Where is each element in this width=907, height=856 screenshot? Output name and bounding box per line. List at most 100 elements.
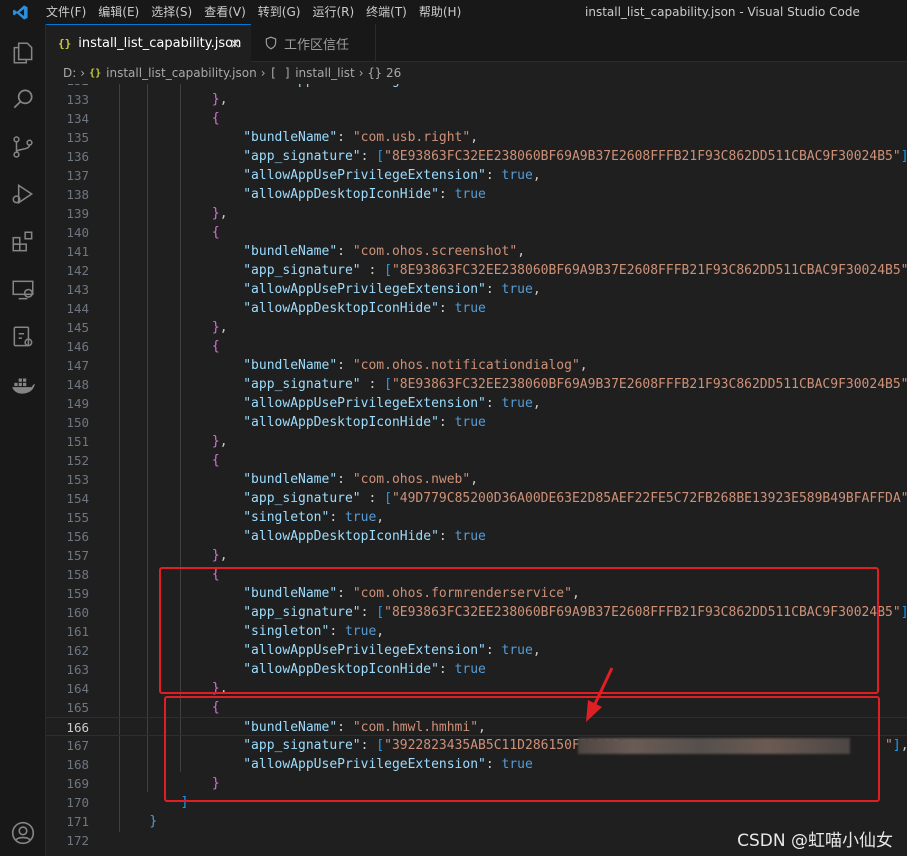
code-line[interactable]: 152 { [46, 451, 907, 470]
menu-item[interactable]: 运行(R) [306, 0, 360, 24]
code-token: "app_signature" [243, 263, 361, 278]
code-token: , [219, 434, 228, 449]
code-line[interactable]: 140 { [46, 223, 907, 242]
line-number: 157 [66, 548, 89, 563]
code-token: "8E93863FC32EE238060BF69A9B37E2608FFFB21… [391, 263, 907, 278]
line-number: 166 [66, 720, 89, 735]
code-text: "bundleName": "com.usb.right", [118, 128, 478, 147]
code-line[interactable]: 150 "allowAppDesktopIconHide": true [46, 413, 907, 432]
breadcrumb-object[interactable]: 26 [386, 66, 401, 80]
code-token: "allowAppUsePrivilegeExtension" [243, 282, 486, 297]
activity-bar: 1 [0, 24, 46, 856]
code-line[interactable]: 138 "allowAppDesktopIconHide": true [46, 185, 907, 204]
code-text: "bundleName": "com.ohos.nweb", [118, 470, 478, 489]
code-line[interactable]: 155 "singleton": true, [46, 508, 907, 527]
code-token: "bundleName" [243, 244, 338, 259]
code-line[interactable]: 154 "app_signature" : ["49D779C85200D36A… [46, 489, 907, 508]
menu-item[interactable]: 查看(V) [198, 0, 252, 24]
code-token: "8E93863FC32EE238060BF69A9B37E2608FFFB21… [391, 377, 907, 392]
explorer-icon[interactable] [8, 38, 38, 68]
code-token: , [470, 130, 479, 145]
code-line[interactable]: 139 }, [46, 204, 907, 223]
code-line[interactable]: 151 }, [46, 432, 907, 451]
code-line[interactable]: 149 "allowAppUsePrivilegeExtension": tru… [46, 394, 907, 413]
chevron-right-icon: › [260, 66, 266, 80]
line-number: 136 [66, 149, 89, 164]
run-debug-icon[interactable] [8, 179, 38, 209]
close-icon[interactable]: × [229, 36, 241, 52]
code-line[interactable]: 142 "app_signature" : ["8E93863FC32EE238… [46, 261, 907, 280]
code-line[interactable]: 156 "allowAppDesktopIconHide": true [46, 527, 907, 546]
code-token: "allowAppDesktopIconHide" [243, 415, 439, 430]
code-text: "allowAppUsePrivilegeExtension": true, [118, 280, 540, 299]
docker-icon[interactable] [8, 370, 38, 400]
line-number: 171 [66, 814, 89, 829]
source-control-icon[interactable] [8, 132, 38, 162]
code-token: : [329, 510, 345, 525]
line-number: 172 [66, 833, 89, 848]
remote-explorer-icon[interactable] [8, 275, 38, 305]
code-token: : [438, 415, 455, 430]
account-icon[interactable] [8, 818, 38, 848]
code-line[interactable]: 153 "bundleName": "com.ohos.nweb", [46, 470, 907, 489]
line-number: 150 [66, 415, 89, 430]
line-number: 167 [66, 738, 89, 753]
code-line[interactable]: 136 "app_signature": ["8E93863FC32EE2380… [46, 147, 907, 166]
code-token: } [211, 434, 220, 449]
code-text: { [118, 337, 220, 356]
code-text: "allowAppDesktopIconHide": true [118, 299, 486, 318]
code-line[interactable]: 137 "allowAppUsePrivilegeExtension": tru… [46, 166, 907, 185]
json-file-icon: {} [58, 37, 72, 50]
menu-item[interactable]: 文件(F) [40, 0, 92, 24]
tab-install-list-capability[interactable]: {} install_list_capability.json × [46, 24, 251, 62]
code-text: "bundleName": "com.ohos.notificationdial… [118, 356, 587, 375]
code-line[interactable]: 148 "app_signature" : ["8E93863FC32EE238… [46, 375, 907, 394]
menu-item[interactable]: 帮助(H) [413, 0, 467, 24]
code-token: "49D779C85200D36A00DE63E2D85AEF22FE5C72F… [391, 491, 907, 506]
search-icon[interactable] [8, 84, 38, 114]
code-line[interactable]: 133 }, [46, 90, 907, 109]
line-number: 154 [66, 491, 89, 506]
code-token: } [211, 206, 220, 221]
dev-tools-icon[interactable] [8, 322, 38, 352]
breadcrumb-drive[interactable]: D: [63, 66, 76, 80]
breadcrumb-array[interactable]: install_list [295, 66, 355, 80]
menu-item[interactable]: 转到(G) [252, 0, 307, 24]
code-token: { [211, 453, 220, 468]
menu-item[interactable]: 选择(S) [145, 0, 198, 24]
code-line[interactable]: 143 "allowAppUsePrivilegeExtension": tru… [46, 280, 907, 299]
code-token: : [485, 282, 502, 297]
line-number: 142 [66, 263, 89, 278]
code-token: : [360, 491, 385, 506]
code-token: "app_signature" [243, 377, 361, 392]
code-line[interactable]: 134 { [46, 109, 907, 128]
code-text: "allowAppUsePrivilegeExtension": true, [118, 394, 540, 413]
breadcrumb-file[interactable]: install_list_capability.json [106, 66, 257, 80]
code-token: } [211, 92, 220, 107]
code-line[interactable]: 146 { [46, 337, 907, 356]
code-line[interactable]: 141 "bundleName": "com.ohos.screenshot", [46, 242, 907, 261]
menu-item[interactable]: 编辑(E) [92, 0, 145, 24]
tab-workspace-trust[interactable]: 工作区信任 [252, 24, 376, 62]
code-token: [ [384, 491, 392, 506]
breadcrumb: D: › {} install_list_capability.json › [… [46, 62, 907, 84]
code-line[interactable]: 144 "allowAppDesktopIconHide": true [46, 299, 907, 318]
code-text: "allowAppDesktopIconHide": true [118, 527, 486, 546]
code-token: : [337, 244, 353, 259]
code-token: ] [892, 738, 901, 753]
code-line[interactable]: 145 }, [46, 318, 907, 337]
extensions-icon[interactable] [8, 227, 38, 257]
code-text: }, [118, 204, 228, 223]
code-line[interactable]: 135 "bundleName": "com.usb.right", [46, 128, 907, 147]
code-line[interactable]: 147 "bundleName": "com.ohos.notification… [46, 356, 907, 375]
code-line[interactable]: 157 }, [46, 546, 907, 565]
menu-item[interactable]: 终端(T) [360, 0, 413, 24]
line-number: 146 [66, 339, 89, 354]
